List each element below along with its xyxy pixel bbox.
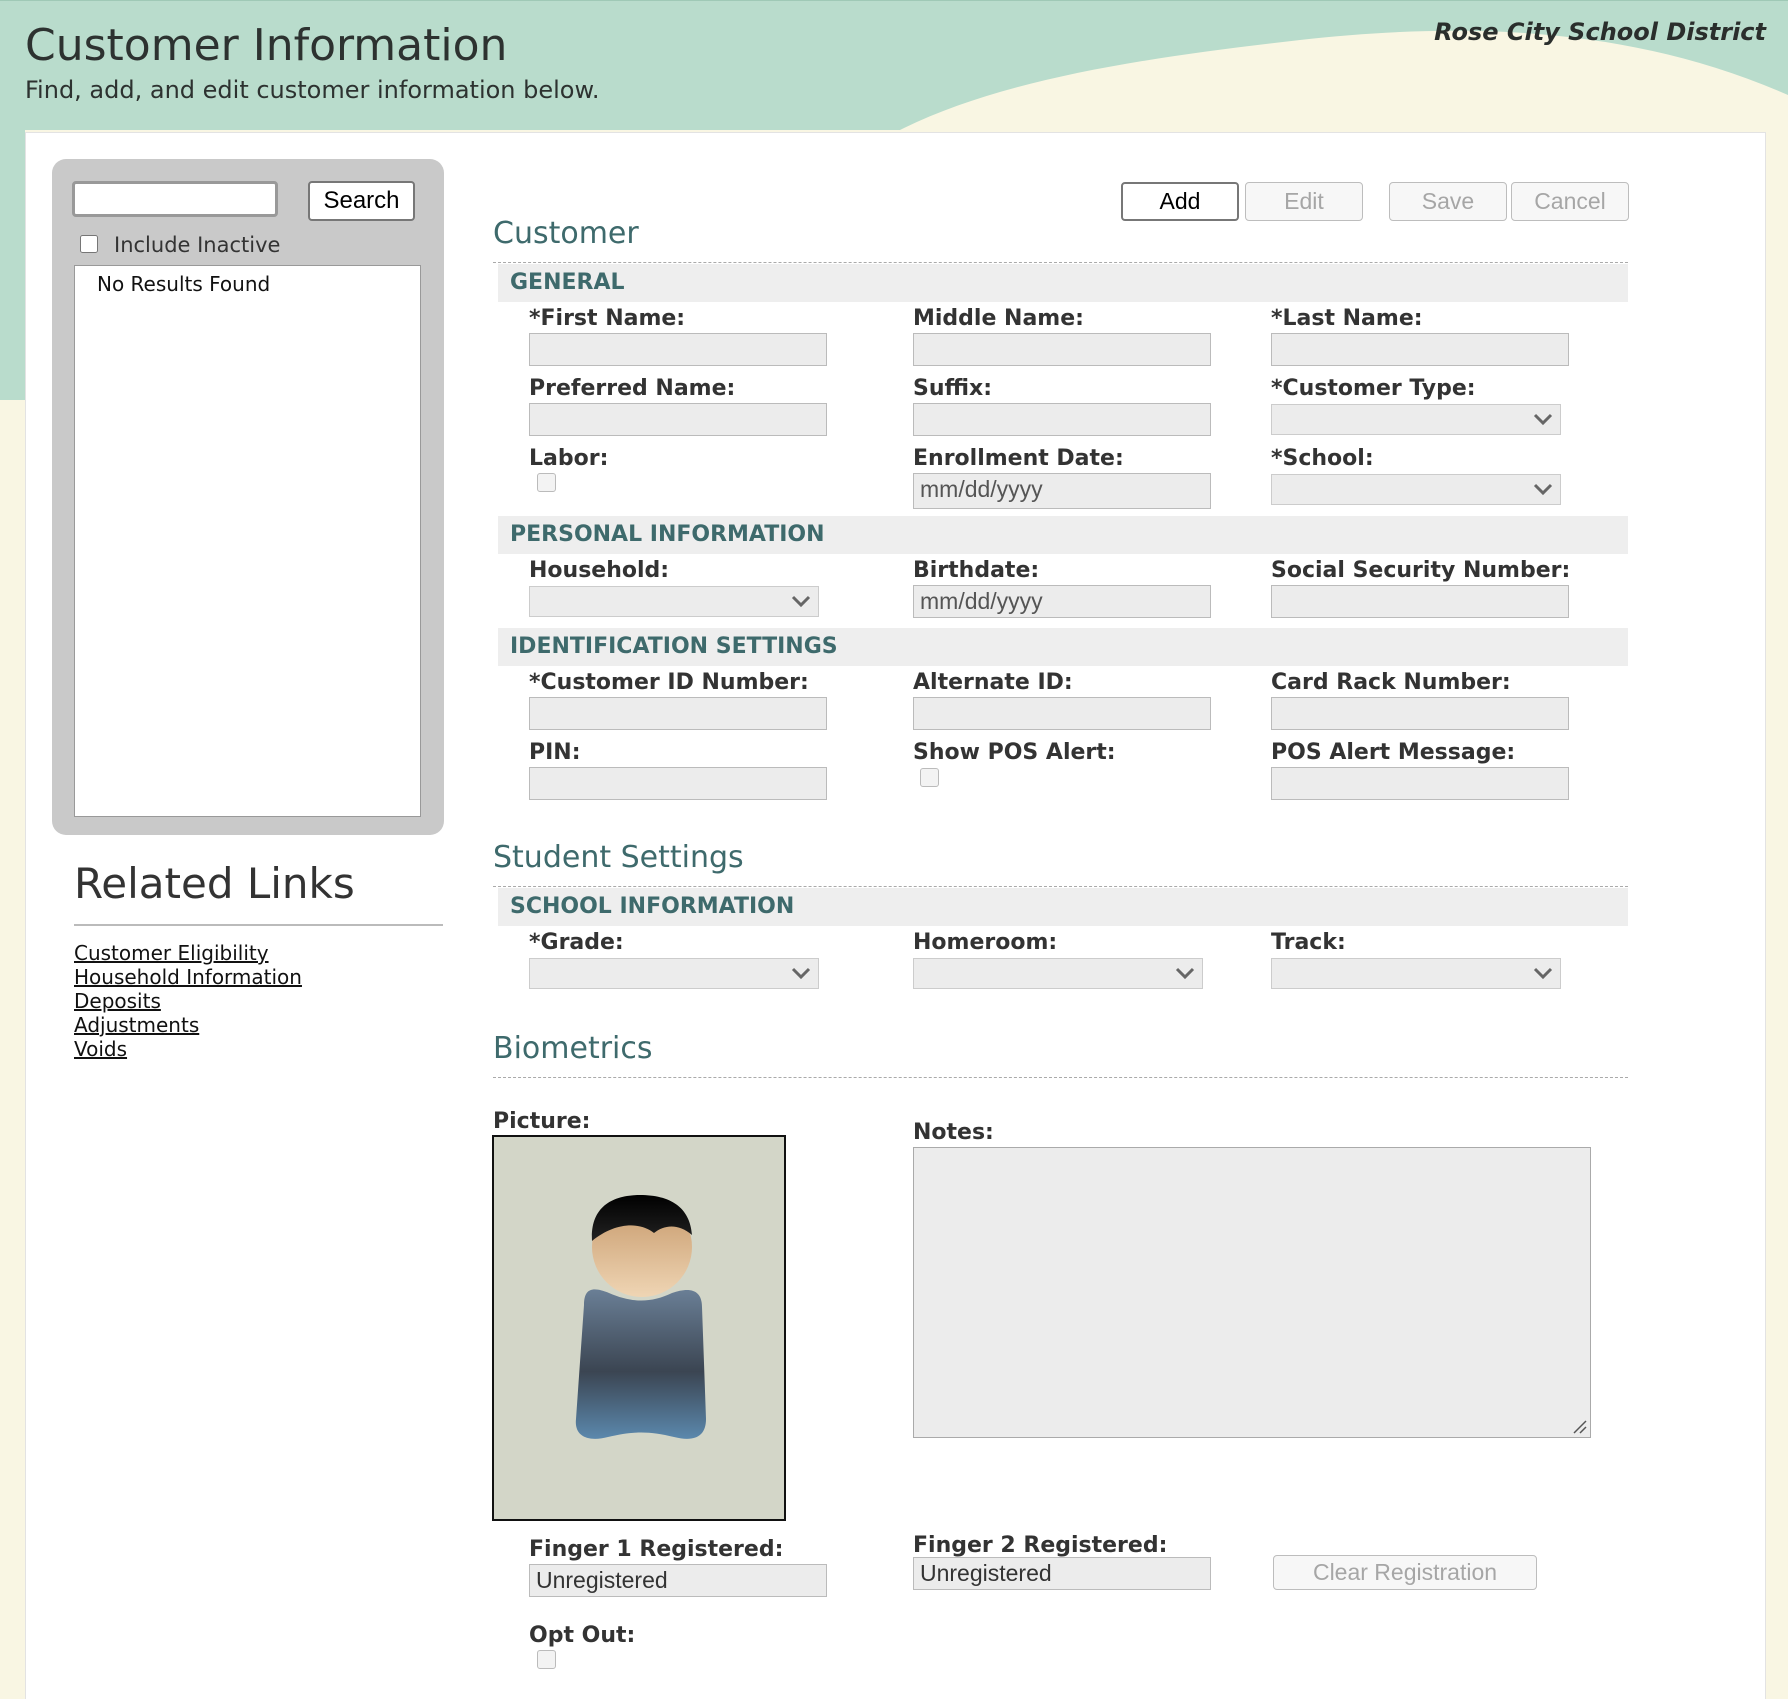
household-label: Household: xyxy=(529,558,670,583)
customer-type-select[interactable] xyxy=(1271,404,1561,435)
customer-photo[interactable] xyxy=(492,1135,786,1521)
search-button[interactable]: Search xyxy=(308,181,415,221)
person-placeholder-icon xyxy=(575,1195,706,1439)
last-name-label: *Last Name: xyxy=(1271,306,1423,331)
track-select[interactable] xyxy=(1271,958,1561,989)
labor-label: Labor: xyxy=(529,446,609,471)
labor-checkbox[interactable] xyxy=(537,473,556,492)
first-name-field[interactable] xyxy=(529,333,827,366)
ssn-label: Social Security Number: xyxy=(1271,558,1571,583)
personal-information-heading-band: PERSONAL INFORMATION xyxy=(498,516,1628,554)
homeroom-select[interactable] xyxy=(913,958,1203,989)
chevron-down-icon xyxy=(1533,967,1553,980)
biometrics-divider xyxy=(493,1077,1628,1078)
customer-section-title: Customer xyxy=(493,216,639,251)
picture-label: Picture: xyxy=(493,1109,591,1134)
household-select[interactable] xyxy=(529,586,819,617)
add-button[interactable]: Add xyxy=(1121,182,1239,221)
resize-grip-icon[interactable] xyxy=(1571,1418,1587,1434)
main-panel: Search Include Inactive No Results Found… xyxy=(25,132,1766,1699)
middle-name-field[interactable] xyxy=(913,333,1211,366)
page-title: Customer Information xyxy=(25,20,508,71)
grade-label: *Grade: xyxy=(529,930,624,955)
preferred-name-field[interactable] xyxy=(529,403,827,436)
suffix-label: Suffix: xyxy=(913,376,993,401)
related-links-list: Customer Eligibility Household Informati… xyxy=(74,941,302,1061)
enrollment-date-label: Enrollment Date: xyxy=(913,446,1124,471)
district-name: Rose City School District xyxy=(1434,18,1766,46)
related-links-title: Related Links xyxy=(74,859,355,908)
finger2-status-field: Unregistered xyxy=(913,1557,1211,1590)
alternate-id-field[interactable] xyxy=(913,697,1211,730)
student-settings-title: Student Settings xyxy=(493,840,744,875)
card-rack-field[interactable] xyxy=(1271,697,1569,730)
opt-out-label: Opt Out: xyxy=(529,1623,636,1648)
page-subtitle: Find, add, and edit customer information… xyxy=(25,76,600,104)
edit-button[interactable]: Edit xyxy=(1245,182,1363,221)
grade-select[interactable] xyxy=(529,958,819,989)
include-inactive-checkbox[interactable] xyxy=(80,235,98,253)
link-customer-eligibility[interactable]: Customer Eligibility xyxy=(74,941,269,965)
school-information-heading: SCHOOL INFORMATION xyxy=(510,894,795,919)
clear-registration-button[interactable]: Clear Registration xyxy=(1273,1555,1537,1590)
personal-information-heading: PERSONAL INFORMATION xyxy=(510,522,825,547)
card-rack-label: Card Rack Number: xyxy=(1271,670,1511,695)
middle-name-label: Middle Name: xyxy=(913,306,1084,331)
related-links-divider xyxy=(74,924,443,926)
ssn-field[interactable] xyxy=(1271,585,1569,618)
customer-type-label: *Customer Type: xyxy=(1271,376,1476,401)
enrollment-date-field[interactable]: mm/dd/yyyy xyxy=(913,473,1211,509)
first-name-label: *First Name: xyxy=(529,306,686,331)
link-adjustments[interactable]: Adjustments xyxy=(74,1013,199,1037)
no-results-text: No Results Found xyxy=(97,272,271,296)
finger2-label: Finger 2 Registered: xyxy=(913,1533,1168,1558)
opt-out-checkbox[interactable] xyxy=(537,1650,556,1669)
link-deposits[interactable]: Deposits xyxy=(74,989,161,1013)
link-household-information[interactable]: Household Information xyxy=(74,965,302,989)
biometrics-title: Biometrics xyxy=(493,1031,653,1066)
customer-id-label: *Customer ID Number: xyxy=(529,670,809,695)
general-heading: GENERAL xyxy=(510,270,625,295)
customer-section-divider xyxy=(493,262,1628,263)
chevron-down-icon xyxy=(1533,413,1553,426)
track-label: Track: xyxy=(1271,930,1346,955)
finger1-label: Finger 1 Registered: xyxy=(529,1537,784,1562)
general-heading-band: GENERAL xyxy=(498,264,1628,302)
notes-label: Notes: xyxy=(913,1120,994,1145)
pos-alert-message-label: POS Alert Message: xyxy=(1271,740,1516,765)
homeroom-label: Homeroom: xyxy=(913,930,1058,955)
save-button[interactable]: Save xyxy=(1389,182,1507,221)
chevron-down-icon xyxy=(1175,967,1195,980)
pos-alert-message-field[interactable] xyxy=(1271,767,1569,800)
school-information-heading-band: SCHOOL INFORMATION xyxy=(498,888,1628,926)
chevron-down-icon xyxy=(791,595,811,608)
identification-settings-heading-band: IDENTIFICATION SETTINGS xyxy=(498,628,1628,666)
pin-field[interactable] xyxy=(529,767,827,800)
preferred-name-label: Preferred Name: xyxy=(529,376,736,401)
notes-textarea[interactable] xyxy=(913,1147,1591,1438)
show-pos-alert-label: Show POS Alert: xyxy=(913,740,1116,765)
link-voids[interactable]: Voids xyxy=(74,1037,127,1061)
chevron-down-icon xyxy=(1533,483,1553,496)
last-name-field[interactable] xyxy=(1271,333,1569,366)
cancel-button[interactable]: Cancel xyxy=(1511,182,1629,221)
chevron-down-icon xyxy=(791,967,811,980)
search-results-list[interactable]: No Results Found xyxy=(74,265,421,817)
search-input[interactable] xyxy=(72,181,278,217)
pin-label: PIN: xyxy=(529,740,581,765)
school-select[interactable] xyxy=(1271,474,1561,505)
school-label: *School: xyxy=(1271,446,1374,471)
search-panel: Search Include Inactive No Results Found xyxy=(52,159,444,835)
student-settings-divider xyxy=(493,886,1628,887)
identification-settings-heading: IDENTIFICATION SETTINGS xyxy=(510,634,838,659)
finger1-status-field: Unregistered xyxy=(529,1564,827,1597)
alternate-id-label: Alternate ID: xyxy=(913,670,1073,695)
customer-id-field[interactable] xyxy=(529,697,827,730)
suffix-field[interactable] xyxy=(913,403,1211,436)
include-inactive-label: Include Inactive xyxy=(114,233,281,257)
birthdate-field[interactable]: mm/dd/yyyy xyxy=(913,585,1211,618)
show-pos-alert-checkbox[interactable] xyxy=(920,768,939,787)
birthdate-label: Birthdate: xyxy=(913,558,1040,583)
